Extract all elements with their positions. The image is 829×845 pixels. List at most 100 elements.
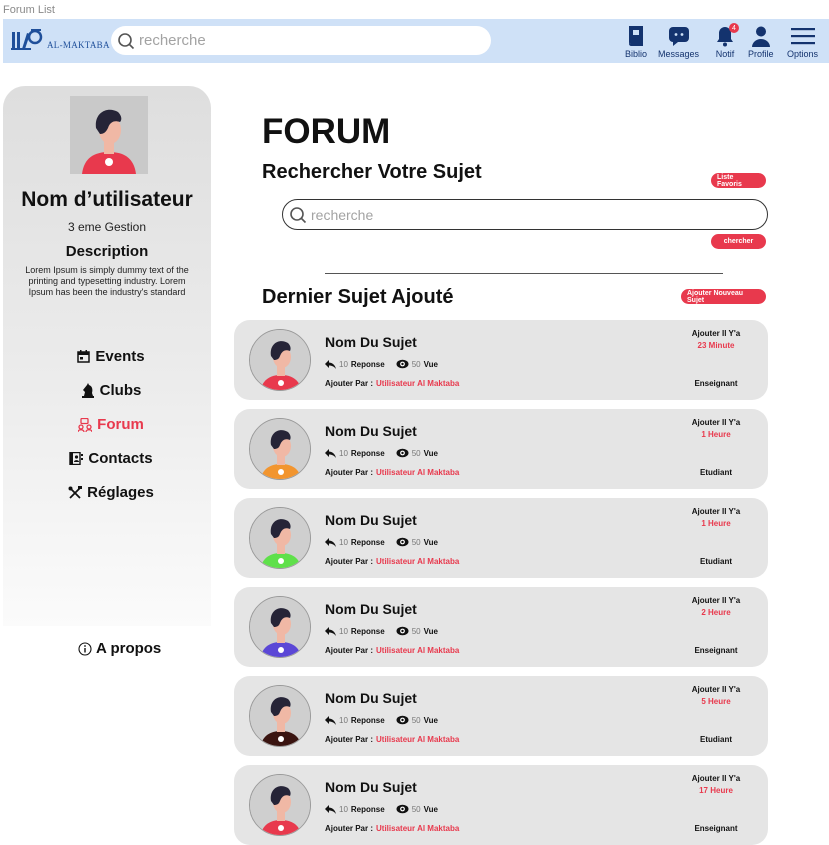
- user-icon: [751, 26, 770, 47]
- divider: [325, 273, 723, 274]
- user-avatar-illustration: [250, 330, 310, 390]
- added-ago-value: 1 Heure: [701, 519, 731, 528]
- eye-icon: [396, 804, 409, 814]
- topic-card[interactable]: Nom Du Sujet 10 Reponse 50 Vue Ajouter Par :U…: [234, 587, 768, 667]
- user-avatar-illustration: [250, 686, 310, 746]
- nav-messages-label: Messages: [658, 49, 700, 59]
- topic-subject[interactable]: Nom Du Sujet: [325, 512, 417, 528]
- add-topic-button[interactable]: Ajouter Nouveau Sujet: [681, 289, 766, 304]
- topic-search-bar[interactable]: [282, 199, 768, 230]
- reply-label: Reponse: [350, 715, 385, 725]
- eye-icon: [396, 359, 409, 369]
- logo[interactable]: AL-MAKTABA: [11, 27, 110, 51]
- topic-author-avatar[interactable]: [249, 596, 311, 658]
- nav-messages[interactable]: Messages: [658, 23, 699, 59]
- topic-author: Ajouter Par : Utilisateur Al Maktaba: [325, 468, 459, 477]
- topic-stats: 10 Reponse 50 Vue: [325, 448, 438, 458]
- author-link[interactable]: Utilisateur Al Maktaba: [376, 735, 459, 744]
- added-ago-label: Ajouter Il Y'a: [691, 507, 741, 516]
- search-button[interactable]: chercher: [711, 234, 766, 249]
- topic-subject[interactable]: Nom Du Sujet: [325, 779, 417, 795]
- view-count: 50: [411, 448, 421, 458]
- eye-icon: [396, 537, 409, 547]
- nav-options[interactable]: Options: [787, 23, 818, 59]
- reply-icon: [325, 537, 336, 547]
- eye-icon: [396, 448, 409, 458]
- author-link[interactable]: Utilisateur Al Maktaba: [376, 646, 459, 655]
- user-avatar-illustration: [70, 96, 148, 174]
- calendar-icon: [77, 350, 91, 363]
- topic-author: Ajouter Par : Utilisateur Al Maktaba: [325, 646, 459, 655]
- search-icon: [290, 206, 307, 223]
- reply-icon: [325, 359, 336, 369]
- avatar[interactable]: [70, 96, 148, 174]
- contacts-icon: [69, 452, 84, 465]
- sidebar-item-clubs[interactable]: Clubs: [3, 382, 219, 399]
- nav-notif-label: Notif: [715, 49, 735, 59]
- reply-count: 10: [339, 359, 348, 369]
- user-class: 3 eme Gestion: [67, 220, 147, 234]
- reply-label: Reponse: [350, 626, 385, 636]
- topic-author-avatar[interactable]: [249, 418, 311, 480]
- author-role: Etudiant: [700, 735, 732, 744]
- author-link[interactable]: Utilisateur Al Maktaba: [376, 824, 459, 833]
- topic-card[interactable]: Nom Du Sujet 10 Reponse 50 Vue Ajouter Par :U…: [234, 676, 768, 756]
- description-text: Lorem Ipsum is simply dummy text of the …: [25, 265, 189, 297]
- added-ago-label: Ajouter Il Y'a: [691, 418, 741, 427]
- author-link[interactable]: Utilisateur Al Maktaba: [376, 379, 459, 388]
- reply-count: 10: [339, 715, 348, 725]
- author-role: Etudiant: [700, 557, 732, 566]
- topic-subject[interactable]: Nom Du Sujet: [325, 334, 417, 350]
- reply-count: 10: [339, 804, 348, 814]
- author-link[interactable]: Utilisateur Al Maktaba: [376, 468, 459, 477]
- topic-stats: 10 Reponse 50 Vue: [325, 804, 438, 814]
- author-role: Enseignant: [694, 646, 738, 655]
- topic-author-avatar[interactable]: [249, 685, 311, 747]
- topic-author: Ajouter Par : Utilisateur Al Maktaba: [325, 735, 459, 744]
- sidebar-item-events[interactable]: Events: [3, 348, 219, 365]
- user-avatar-illustration: [250, 597, 310, 657]
- topic-author-avatar[interactable]: [249, 774, 311, 836]
- nav-profile[interactable]: Profile: [748, 23, 774, 59]
- nav-biblio-label: Biblio: [625, 49, 648, 59]
- menu-icon: [790, 28, 815, 45]
- topic-card[interactable]: Nom Du Sujet 10 Reponse 50 Vue Ajouter Par :U…: [234, 409, 768, 489]
- nav-notif[interactable]: 4 Notif: [713, 23, 739, 59]
- forum-icon: [78, 417, 93, 432]
- sidebar-item-label: Forum: [97, 416, 144, 433]
- added-by-label: Ajouter Par :: [325, 735, 374, 744]
- sidebar-item-forum[interactable]: Forum: [3, 416, 219, 433]
- view-count: 50: [411, 537, 421, 547]
- topic-author-avatar[interactable]: [249, 507, 311, 569]
- topic-author-avatar[interactable]: [249, 329, 311, 391]
- author-link[interactable]: Utilisateur Al Maktaba: [376, 557, 459, 566]
- page-title: FORUM: [262, 112, 391, 151]
- nav-biblio[interactable]: Biblio: [625, 23, 647, 59]
- added-ago-label: Ajouter Il Y'a: [691, 685, 741, 694]
- favorites-button[interactable]: Liste Favoris: [711, 173, 766, 188]
- topic-card[interactable]: Nom Du Sujet 10 Reponse 50 Vue Ajouter Par :U…: [234, 498, 768, 578]
- topic-search-input[interactable]: [311, 206, 741, 223]
- tools-icon: [68, 485, 83, 499]
- author-role: Enseignant: [694, 379, 738, 388]
- header-search-input[interactable]: [139, 32, 469, 49]
- topic-card[interactable]: Nom Du Sujet 10 Reponse 50 Vue Ajouter Par :U…: [234, 320, 768, 400]
- book-icon: [628, 26, 643, 46]
- sidebar-item-contacts[interactable]: Contacts: [3, 450, 219, 467]
- topic-stats: 10 Reponse 50 Vue: [325, 715, 438, 725]
- sidebar-item-reglages[interactable]: Réglages: [3, 484, 219, 501]
- topic-subject[interactable]: Nom Du Sujet: [325, 423, 417, 439]
- about-link[interactable]: A propos: [78, 640, 161, 657]
- added-by-label: Ajouter Par :: [325, 379, 374, 388]
- sidebar-item-label: Réglages: [87, 484, 154, 501]
- topic-stats: 10 Reponse 50 Vue: [325, 626, 438, 636]
- user-avatar-illustration: [250, 419, 310, 479]
- topic-card[interactable]: Nom Du Sujet 10 Reponse 50 Vue Ajouter Par :U…: [234, 765, 768, 845]
- added-ago-value: 2 Heure: [701, 608, 731, 617]
- reply-label: Reponse: [350, 804, 385, 814]
- topic-subject[interactable]: Nom Du Sujet: [325, 601, 417, 617]
- topic-subject[interactable]: Nom Du Sujet: [325, 690, 417, 706]
- header-search-bar[interactable]: [111, 26, 491, 55]
- topic-author: Ajouter Par : Utilisateur Al Maktaba: [325, 557, 459, 566]
- reply-icon: [325, 448, 336, 458]
